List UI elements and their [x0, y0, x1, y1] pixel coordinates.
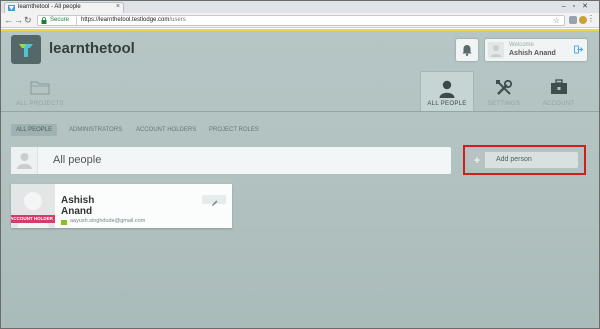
browser-menu-icon[interactable]: ⋮ [587, 14, 595, 23]
edit-person-button[interactable] [202, 195, 226, 206]
reload-icon[interactable]: ↻ [24, 15, 32, 25]
lock-icon [41, 17, 47, 24]
logo-icon [19, 44, 33, 57]
tab-close-icon[interactable]: × [116, 3, 120, 10]
bookmark-star-icon[interactable]: ☆ [553, 16, 560, 25]
tools-icon [496, 79, 513, 95]
plus-icon: + [469, 152, 485, 168]
subtab-all-people[interactable]: ALL PEOPLE [11, 124, 58, 136]
pencil-icon [212, 200, 218, 206]
user-placeholder-icon [490, 45, 502, 57]
nav-label: ALL PEOPLE [427, 101, 467, 107]
url-host: https://learnthetool.testlodge.com [81, 17, 170, 23]
subtab-project-roles[interactable]: PROJECT ROLES [204, 124, 264, 136]
nav-label: ALL PROJECTS [16, 101, 64, 107]
extension-icon[interactable] [569, 16, 577, 24]
avatar: ACCOUNT HOLDER [11, 184, 55, 228]
nav-all-people[interactable]: ALL PEOPLE [420, 71, 474, 112]
people-header-icon-box [11, 147, 38, 174]
browser-tab-title: learnthetool - All people [18, 4, 81, 10]
people-header: All people [11, 147, 451, 174]
add-person-label: Add person [496, 156, 532, 163]
nav-label: ACCOUNT [542, 101, 575, 107]
person-first-name: Ashish [61, 195, 95, 206]
omnibox-divider [76, 17, 77, 25]
accent-line [1, 29, 599, 31]
url-path: /users [169, 17, 186, 23]
back-arrow-icon[interactable]: ← [4, 15, 13, 25]
person-email: aayush.singhdude@gmail.com [70, 218, 146, 224]
browser-tab[interactable]: learnthetool - All people × [4, 2, 124, 13]
profile-extension-icon[interactable] [579, 16, 587, 24]
bell-icon [462, 45, 472, 56]
address-bar: ← → ↻ Secure https://learnthetool.testlo… [1, 13, 599, 28]
nav-all-projects[interactable]: ALL PROJECTS [10, 71, 70, 112]
app-logo[interactable] [11, 35, 41, 64]
window-controls[interactable]: –▫✕ [562, 2, 595, 10]
user-name: Ashish Anand [509, 50, 556, 57]
url-text: https://learnthetool.testlodge.com/users [81, 17, 186, 23]
nav-divider [1, 111, 599, 112]
nav-label: SETTINGS [487, 101, 521, 107]
subtab-account-holders[interactable]: ACCOUNT HOLDERS [131, 124, 201, 136]
subtab-administrators[interactable]: ADMINISTRATORS [64, 124, 127, 136]
welcome-label: Welcome [509, 42, 534, 48]
brand-name: learnthetool [49, 40, 135, 57]
person-card[interactable]: ACCOUNT HOLDER Ashish Anand aayush.singh… [11, 184, 232, 228]
user-menu[interactable]: Welcome Ashish Anand [485, 39, 587, 61]
avatar [488, 42, 504, 58]
browser-tab-strip: learnthetool - All people × –▫✕ [1, 1, 599, 13]
browser-window: learnthetool - All people × –▫✕ ← → ↻ Se… [0, 0, 600, 329]
person-icon [17, 153, 32, 169]
forward-arrow-icon[interactable]: → [14, 15, 23, 25]
logout-icon[interactable] [574, 45, 583, 54]
url-input[interactable]: Secure https://learnthetool.testlodge.co… [37, 15, 565, 26]
briefcase-icon [550, 79, 567, 94]
nav-settings[interactable]: SETTINGS [479, 71, 529, 112]
person-icon [439, 80, 455, 98]
notifications-button[interactable] [456, 39, 478, 61]
nav-account[interactable]: ACCOUNT [531, 71, 586, 112]
page-title: All people [53, 154, 102, 166]
secure-label: Secure [50, 17, 70, 23]
account-holder-badge: ACCOUNT HOLDER [11, 215, 55, 223]
add-person-button[interactable]: + Add person [469, 152, 578, 168]
app-favicon-icon [8, 5, 15, 11]
folder-icon [30, 81, 50, 95]
email-icon [61, 220, 67, 225]
person-last-name: Anand [61, 206, 93, 217]
